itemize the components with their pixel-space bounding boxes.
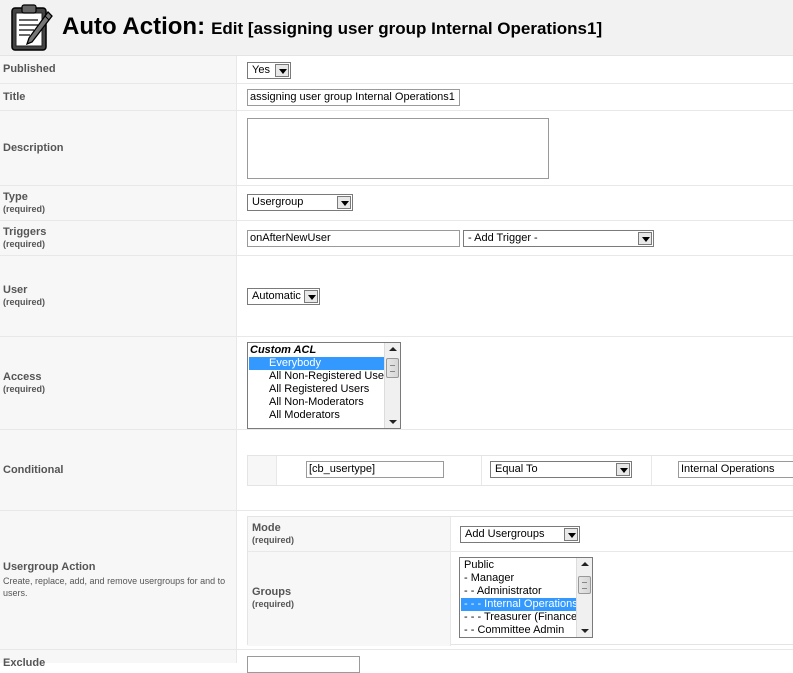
triggers-input[interactable]: onAfterNewUser	[247, 230, 460, 247]
description-label: Description	[3, 142, 64, 154]
add-trigger-select[interactable]: - Add Trigger -	[463, 230, 654, 247]
triggers-required: (required)	[3, 239, 46, 249]
list-item: Custom ACL	[250, 344, 317, 356]
scroll-thumb[interactable]	[386, 358, 399, 378]
usergroup-action-row: Usergroup Action Create, replace, add, a…	[0, 511, 793, 650]
clipboard-pencil-icon	[11, 4, 53, 51]
groups-listbox[interactable]: Public - Manager - - Administrator - - -…	[459, 557, 593, 638]
page-title-main: Auto Action:	[62, 13, 206, 40]
type-select[interactable]: Usergroup	[247, 194, 353, 211]
list-item[interactable]: - - Committee Admin	[461, 624, 577, 637]
description-row: Description	[0, 111, 793, 186]
conditional-row: Conditional [cb_usertype] Equal To Inter…	[0, 430, 793, 511]
usergroup-action-label: Usergroup Action	[3, 561, 96, 573]
scroll-down-icon[interactable]	[577, 624, 592, 637]
groups-required: (required)	[252, 599, 295, 609]
conditional-operator-select[interactable]: Equal To	[490, 461, 632, 478]
groups-label: Groups	[252, 586, 292, 598]
list-item[interactable]: Public	[461, 559, 577, 572]
description-textarea[interactable]	[247, 118, 549, 179]
list-item[interactable]: All Non-Registered Users	[249, 370, 385, 383]
user-row: User (required) Automatic	[0, 256, 793, 337]
access-row: Access (required) Custom ACL Everybody A…	[0, 337, 793, 430]
mode-label: Mode	[252, 522, 281, 534]
title-label: Title	[3, 91, 26, 103]
page-title: Auto Action: Edit [assigning user group I…	[62, 13, 602, 41]
chevron-down-icon	[304, 290, 318, 303]
access-required: (required)	[3, 384, 46, 394]
type-row: Type (required) Usergroup	[0, 186, 793, 221]
type-required: (required)	[3, 204, 46, 214]
exclude-row: Exclude	[0, 650, 793, 673]
access-label: Access	[3, 371, 42, 383]
conditional-field-input[interactable]: [cb_usertype]	[306, 461, 444, 478]
list-item[interactable]: All Non-Moderators	[249, 396, 385, 409]
access-listbox[interactable]: Custom ACL Everybody All Non-Registered …	[247, 342, 401, 429]
published-select[interactable]: Yes	[247, 62, 291, 79]
user-required: (required)	[3, 297, 46, 307]
title-row: Title assigning user group Internal Oper…	[0, 84, 793, 111]
triggers-row: Triggers (required) onAfterNewUser - Add…	[0, 221, 793, 256]
chevron-down-icon	[564, 528, 578, 541]
conditional-label: Conditional	[3, 464, 64, 476]
scroll-up-icon[interactable]	[385, 343, 400, 356]
chevron-down-icon	[638, 232, 652, 245]
access-scrollbar[interactable]	[384, 343, 400, 428]
scroll-down-icon[interactable]	[385, 415, 400, 428]
published-row: Published Yes	[0, 56, 793, 84]
chevron-down-icon	[616, 463, 630, 476]
chevron-down-icon	[275, 64, 289, 77]
scroll-up-icon[interactable]	[577, 558, 592, 571]
exclude-input[interactable]	[247, 656, 360, 673]
mode-select[interactable]: Add Usergroups	[460, 526, 580, 543]
title-input[interactable]: assigning user group Internal Operations…	[247, 89, 460, 106]
list-item[interactable]: - - Administrator	[461, 585, 577, 598]
conditional-value-input[interactable]: Internal Operations	[678, 461, 793, 478]
chevron-down-icon	[337, 196, 351, 209]
page-title-sub: Edit [assigning user group Internal Oper…	[211, 19, 603, 38]
usergroup-action-description: Create, replace, add, and remove usergro…	[3, 576, 226, 598]
list-item[interactable]: Everybody	[249, 357, 385, 370]
page-header: Auto Action: Edit [assigning user group I…	[0, 0, 793, 56]
type-label: Type	[3, 191, 28, 203]
list-item[interactable]: - - - Internal Operations	[461, 598, 577, 611]
exclude-label: Exclude	[3, 657, 46, 669]
user-label: User	[3, 284, 28, 296]
list-item[interactable]: All Moderators	[249, 409, 385, 422]
list-item[interactable]: - Manager	[461, 572, 577, 585]
list-item[interactable]: All Registered Users	[249, 383, 385, 396]
list-item[interactable]: - - - Treasurer (Finance)	[461, 611, 577, 624]
published-label: Published	[3, 63, 56, 75]
user-select[interactable]: Automatic	[247, 288, 320, 305]
groups-scrollbar[interactable]	[576, 558, 592, 637]
mode-required: (required)	[252, 535, 295, 545]
triggers-label: Triggers	[3, 226, 47, 238]
scroll-thumb[interactable]	[578, 576, 591, 594]
